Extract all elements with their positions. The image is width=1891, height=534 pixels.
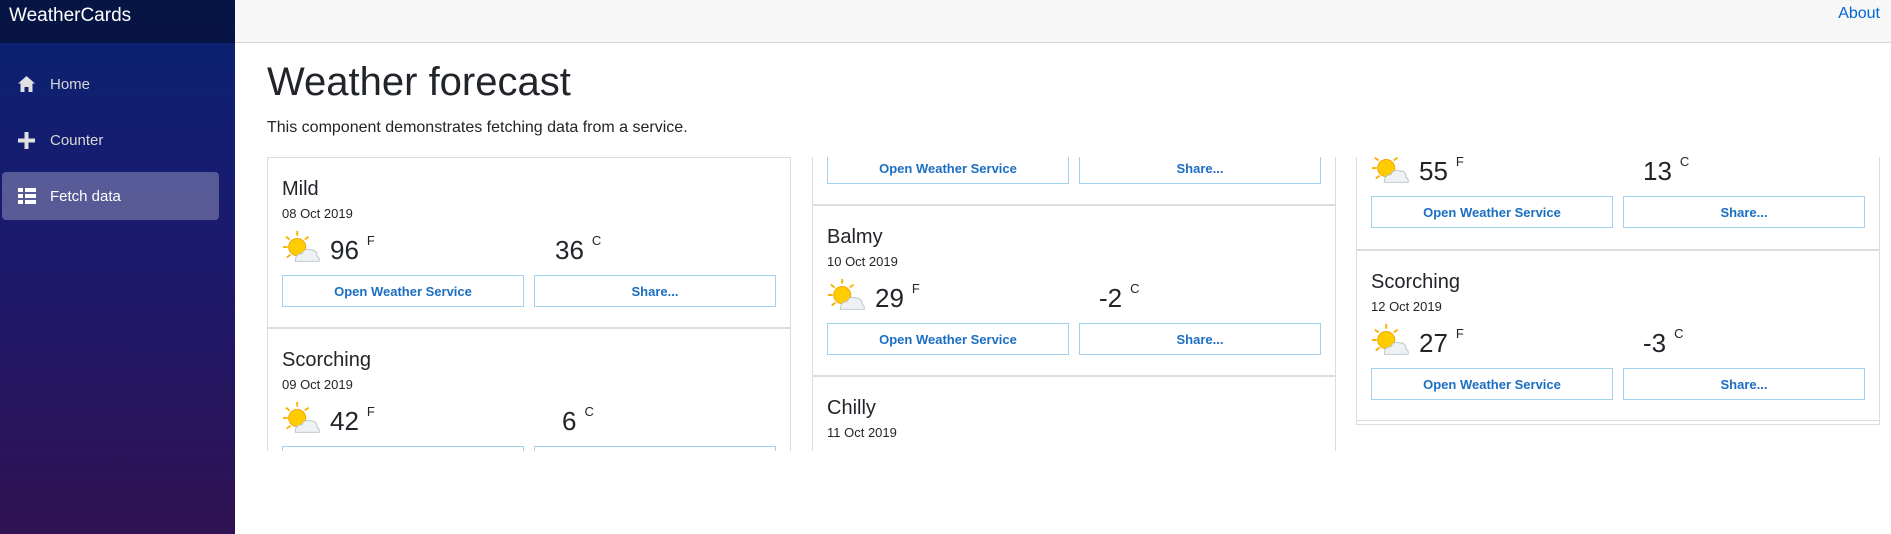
unit-f: F — [366, 404, 375, 419]
unit-c: C — [1679, 157, 1690, 169]
unit-c: C — [584, 404, 594, 419]
unit-f: F — [366, 233, 375, 248]
forecast-column-2[interactable]: Open Weather Service Share... Balmy 10 O… — [812, 157, 1336, 451]
share-button[interactable]: Share... — [534, 446, 776, 451]
partly-cloudy-icon — [282, 401, 320, 433]
open-weather-service-button[interactable]: Open Weather Service — [1371, 368, 1613, 400]
weather-summary: Scorching — [1371, 271, 1460, 293]
temp-f-value: 42 — [330, 406, 359, 436]
sidebar-item-label: Fetch data — [50, 187, 121, 205]
top-bar: About — [235, 0, 1891, 43]
app-root: WeatherCards Home Counter Fetch data Abo… — [0, 0, 1891, 534]
partly-cloudy-icon — [827, 278, 865, 310]
sidebar-item-label: Counter — [50, 131, 104, 149]
home-icon — [18, 76, 50, 92]
temp-c-value: 36 — [555, 235, 584, 265]
open-weather-service-button[interactable]: Open Weather Service — [1371, 196, 1613, 228]
page-description: This component demonstrates fetching dat… — [267, 119, 688, 136]
open-weather-service-button[interactable]: Open Weather Service — [827, 157, 1069, 184]
weather-summary: Balmy — [827, 226, 883, 248]
temp-f-value: 96 — [330, 235, 359, 265]
weather-summary: Chilly — [827, 397, 876, 419]
temp-c-value: 6 — [562, 406, 577, 436]
list-icon — [18, 188, 50, 204]
temp-celsius: 36 C — [555, 233, 602, 266]
partly-cloudy-icon — [1371, 323, 1409, 355]
weather-card: Mild 08 Oct 2019 96 F 36 C Open Weather Se… — [268, 157, 790, 328]
weather-summary: Scorching — [282, 349, 371, 371]
forecast-column-3[interactable]: 55 F 13 C Open Weather Service Share... Sc… — [1356, 157, 1880, 425]
unit-c: C — [1130, 281, 1140, 296]
temp-c-value: 13 — [1643, 157, 1672, 186]
forecast-date: 10 Oct 2019 — [827, 254, 898, 269]
weather-summary: Mild — [282, 178, 319, 200]
about-link[interactable]: About — [1838, 5, 1880, 23]
unit-c: C — [591, 233, 602, 248]
temp-celsius: -3 C — [1643, 326, 1684, 359]
forecast-date: 12 Oct 2019 — [1371, 299, 1442, 314]
temp-f-value: 55 — [1419, 157, 1448, 186]
sidebar: WeatherCards Home Counter Fetch data — [0, 0, 235, 534]
sidebar-item-counter[interactable]: Counter — [2, 116, 219, 164]
page-title: Weather forecast — [267, 60, 571, 104]
weather-card: Scorching 09 Oct 2019 42 F 6C Open Weathe… — [268, 328, 790, 451]
unit-f: F — [911, 281, 920, 296]
share-button[interactable]: Share... — [1079, 323, 1321, 355]
forecast-date: 09 Oct 2019 — [282, 377, 353, 392]
temp-f-value: 29 — [875, 283, 904, 313]
weather-card: Open Weather Service Share... — [813, 157, 1335, 205]
temp-c-value: -2 — [1099, 283, 1123, 313]
sidebar-item-fetch-data[interactable]: Fetch data — [2, 172, 219, 220]
temp-fahrenheit: 27 F — [1419, 326, 1464, 359]
share-button[interactable]: Share... — [1079, 157, 1321, 184]
temp-c-value: -3 — [1643, 328, 1667, 358]
share-button[interactable]: Share... — [1623, 196, 1865, 228]
forecast-date: 11 Oct 2019 — [827, 425, 897, 440]
unit-c: C — [1674, 326, 1684, 341]
temp-celsius: 6C — [562, 404, 594, 437]
forecast-column-1[interactable]: Mild 08 Oct 2019 96 F 36 C Open Weather Se… — [267, 157, 791, 451]
partly-cloudy-icon — [1371, 157, 1409, 183]
unit-f: F — [1455, 326, 1464, 341]
plus-icon — [18, 131, 50, 149]
open-weather-service-button[interactable]: Open Weather Service — [827, 323, 1069, 355]
share-button[interactable]: Share... — [1623, 368, 1865, 400]
temp-f-value: 27 — [1419, 328, 1448, 358]
unit-f: F — [1455, 157, 1464, 169]
temp-fahrenheit: 29 F — [875, 281, 920, 314]
open-weather-service-button[interactable]: Open Weather Service — [282, 446, 524, 451]
temp-fahrenheit: 42 F — [330, 404, 375, 437]
temp-fahrenheit: 55 F — [1419, 157, 1464, 187]
weather-card: Scorching 12 Oct 2019 27 F -3 C Open Weath… — [1357, 250, 1879, 421]
weather-card: Chilly 11 Oct 2019 — [813, 376, 1335, 451]
forecast-date: 08 Oct 2019 — [282, 206, 353, 221]
sidebar-item-home[interactable]: Home — [2, 60, 219, 108]
open-weather-service-button[interactable]: Open Weather Service — [282, 275, 524, 307]
sidebar-nav: Home Counter Fetch data — [0, 43, 235, 220]
temp-celsius: 13 C — [1643, 157, 1689, 187]
weather-card: 55 F 13 C Open Weather Service Share... — [1357, 157, 1879, 250]
temp-fahrenheit: 96 F — [330, 233, 375, 266]
partly-cloudy-icon — [282, 230, 320, 262]
temp-celsius: -2 C — [1099, 281, 1140, 314]
share-button[interactable]: Share... — [534, 275, 776, 307]
app-brand[interactable]: WeatherCards — [0, 0, 235, 43]
sidebar-item-label: Home — [50, 75, 91, 93]
weather-card: Balmy 10 Oct 2019 29 F -2 C Open Weather S… — [813, 205, 1335, 376]
